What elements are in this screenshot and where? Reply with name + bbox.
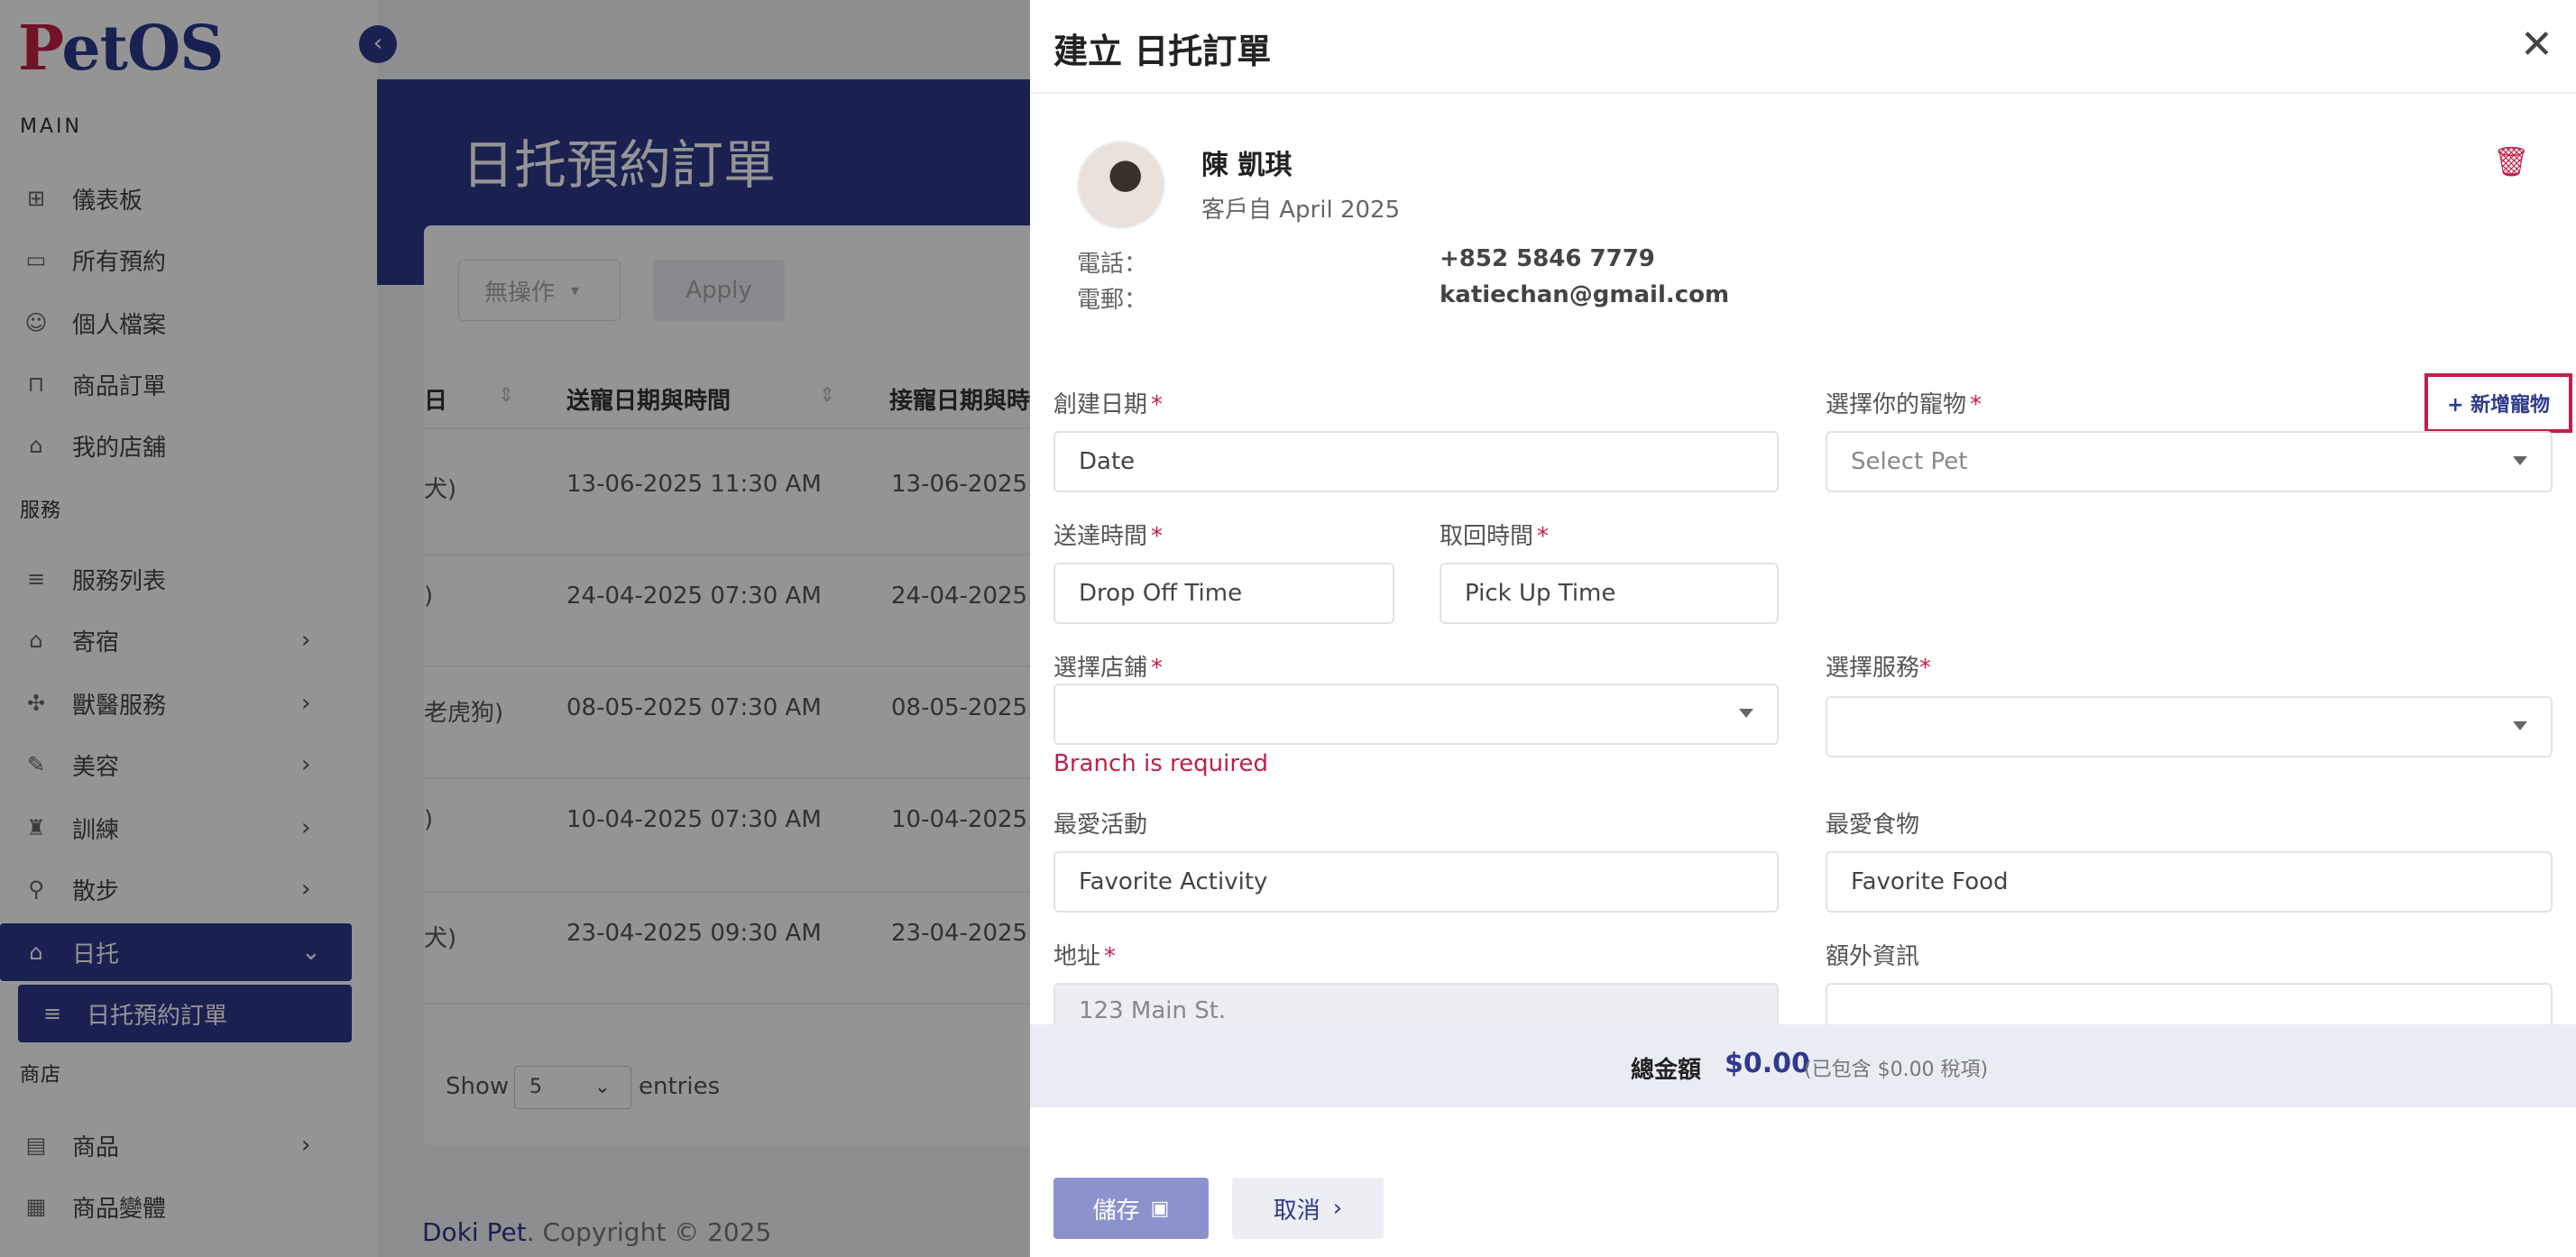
- total-value: $0.00: [1725, 1048, 1810, 1079]
- caret-down-icon: [2513, 456, 2527, 465]
- extra-info-input[interactable]: [1826, 983, 2553, 1024]
- save-button[interactable]: 儲存 ▣: [1053, 1178, 1209, 1239]
- service-label: 選擇服務*: [1826, 655, 1932, 682]
- avatar: [1077, 141, 1165, 229]
- service-select[interactable]: [1826, 696, 2553, 757]
- pet-select[interactable]: Select Pet: [1826, 431, 2553, 492]
- drawer-title: 建立 日托訂單: [1053, 32, 1272, 71]
- customer-since: 客戶自 April 2025: [1201, 197, 1401, 224]
- pet-label: 選擇你的寵物 *: [1826, 391, 1983, 418]
- caret-down-icon: [1739, 709, 1753, 718]
- extra-info-label: 額外資訊: [1826, 943, 1920, 970]
- activity-label: 最愛活動: [1053, 812, 1148, 839]
- created-date-input[interactable]: Date: [1053, 431, 1779, 492]
- chevron-right-icon: ›: [1332, 1195, 1343, 1222]
- branch-error-message: Branch is required: [1053, 750, 1268, 777]
- create-daycare-order-drawer: 建立 日托訂單 ✕ 陳 凱琪 客戶自 April 2025 🗑 電話： +852…: [1030, 0, 2576, 1257]
- pickup-label: 取回時間 *: [1440, 523, 1550, 550]
- phone-label: 電話：: [1077, 251, 1148, 278]
- save-icon: ▣: [1150, 1197, 1170, 1220]
- dropoff-label: 送達時間 *: [1053, 523, 1164, 550]
- total-label: 總金額: [1631, 1057, 1702, 1084]
- total-bar: 總金額 $0.00 (已包含 $0.00 稅項): [1030, 1024, 2576, 1107]
- customer-name: 陳 凱琪: [1201, 150, 1293, 181]
- food-label: 最愛食物: [1826, 812, 1920, 839]
- created-date-label: 創建日期 *: [1053, 391, 1164, 418]
- pickup-time-input[interactable]: Pick Up Time: [1440, 563, 1779, 624]
- cancel-button[interactable]: 取消 ›: [1232, 1178, 1384, 1239]
- favorite-food-input[interactable]: Favorite Food: [1826, 851, 2553, 913]
- dropoff-time-input[interactable]: Drop Off Time: [1053, 563, 1394, 624]
- drawer-header: 建立 日托訂單 ✕: [1030, 0, 2576, 94]
- branch-label: 選擇店鋪 *: [1053, 655, 1164, 682]
- email-value: katiechan@gmail.com: [1440, 281, 1730, 308]
- modal-backdrop[interactable]: [0, 0, 1030, 1257]
- trash-icon[interactable]: 🗑: [2493, 144, 2530, 179]
- total-tax-note: (已包含 $0.00 稅項): [1804, 1059, 1989, 1081]
- phone-value: +852 5846 7779: [1440, 245, 1655, 272]
- close-icon[interactable]: ✕: [2520, 20, 2553, 70]
- branch-select[interactable]: [1053, 684, 1779, 745]
- add-pet-button[interactable]: + 新增寵物: [2424, 373, 2572, 433]
- address-label: 地址 *: [1053, 943, 1117, 970]
- caret-down-icon: [2513, 721, 2527, 730]
- favorite-activity-input[interactable]: Favorite Activity: [1053, 851, 1779, 913]
- email-label: 電郵：: [1077, 287, 1148, 314]
- address-input[interactable]: 123 Main St.: [1053, 983, 1779, 1024]
